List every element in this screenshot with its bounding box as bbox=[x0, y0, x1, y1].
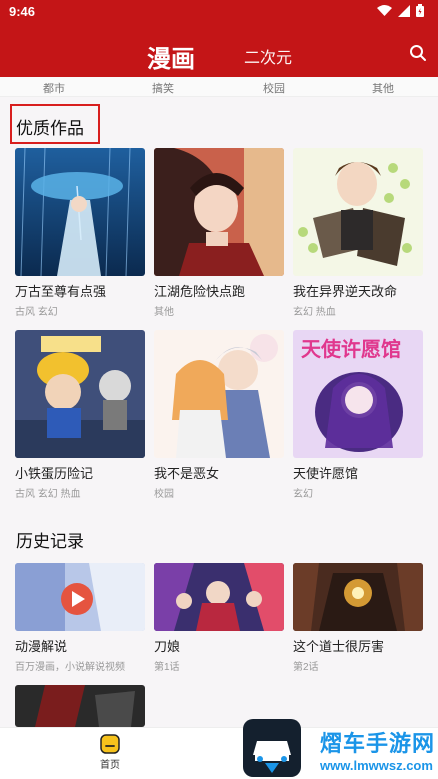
history-card[interactable]: 动漫解说 百万漫画，小说解说视频 bbox=[15, 563, 145, 673]
comic-cover: 天使许愿馆 bbox=[293, 330, 423, 458]
status-bar: 9:46 bbox=[0, 0, 438, 26]
comic-title: 万古至尊有点强 bbox=[15, 284, 107, 299]
wifi-icon bbox=[377, 4, 392, 16]
category-dushi[interactable]: 都市 bbox=[43, 80, 65, 96]
comic-card[interactable]: 我在异界逆天改命 玄幻 热血 bbox=[293, 148, 423, 318]
comic-tags: 玄幻 热血 bbox=[293, 307, 336, 318]
watermark-url: www.lmwwsz.com bbox=[320, 758, 433, 773]
watermark-logo bbox=[243, 719, 301, 777]
comic-title: 江湖危险快点跑 bbox=[154, 284, 246, 299]
cover-title: 天使许愿馆 bbox=[301, 337, 401, 361]
comic-title: 小铁蛋历险记 bbox=[15, 466, 94, 481]
category-qita[interactable]: 其他 bbox=[372, 80, 394, 96]
history-title: 动漫解说 bbox=[15, 639, 68, 654]
comic-card[interactable]: 江湖危险快点跑 其他 bbox=[154, 148, 284, 318]
comic-card[interactable]: 万古至尊有点强 古风 玄幻 bbox=[15, 148, 145, 318]
comic-cover bbox=[154, 148, 284, 276]
battery-icon bbox=[416, 4, 424, 17]
signal-icon bbox=[398, 4, 410, 17]
comic-card[interactable]: 天使许愿馆 天使许愿馆 玄幻 bbox=[293, 330, 423, 500]
comic-tags: 其他 bbox=[154, 307, 174, 318]
history-card-partial[interactable] bbox=[15, 685, 145, 727]
comic-cover bbox=[154, 330, 284, 458]
comic-tags: 校园 bbox=[154, 489, 174, 500]
watermark: 熠车手游网 www.lmwwsz.com bbox=[243, 716, 438, 779]
home-icon bbox=[100, 734, 120, 754]
app-header: 9:46 漫画 二次元 bbox=[0, 0, 438, 77]
category-gaoxiao[interactable]: 搞笑 bbox=[152, 80, 174, 96]
history-cover bbox=[15, 685, 145, 727]
history-card[interactable]: 刀娘 第1话 bbox=[154, 563, 284, 673]
tab-erciyuan[interactable]: 二次元 bbox=[244, 44, 292, 68]
comic-card[interactable]: 小铁蛋历险记 古风 玄幻 热血 bbox=[15, 330, 145, 500]
comic-cover bbox=[293, 148, 423, 276]
comic-card[interactable]: 我不是恶女 校园 bbox=[154, 330, 284, 500]
highlight-box bbox=[10, 104, 100, 144]
search-icon[interactable] bbox=[409, 44, 427, 62]
history-meta: 第2话 bbox=[293, 662, 319, 673]
comic-title: 天使许愿馆 bbox=[293, 466, 359, 481]
nav-home[interactable]: 首页 bbox=[92, 734, 128, 771]
history-meta: 第1话 bbox=[154, 662, 180, 673]
comic-cover bbox=[15, 148, 145, 276]
status-time: 9:46 bbox=[9, 4, 36, 19]
history-card[interactable]: 这个道士很厉害 第2话 bbox=[293, 563, 423, 673]
category-bar: 都市 搞笑 校园 其他 bbox=[0, 77, 438, 97]
section-title-history: 历史记录 bbox=[16, 532, 84, 551]
watermark-name: 熠车手游网 bbox=[320, 731, 436, 756]
history-cover bbox=[154, 563, 284, 631]
history-title: 刀娘 bbox=[154, 639, 181, 654]
comic-title: 我在异界逆天改命 bbox=[293, 284, 398, 299]
comic-tags: 古风 玄幻 热血 bbox=[15, 489, 81, 500]
tab-manhua[interactable]: 漫画 bbox=[147, 39, 195, 74]
history-meta: 百万漫画，小说解说视频 bbox=[15, 662, 125, 673]
history-cover bbox=[15, 563, 145, 631]
comic-tags: 古风 玄幻 bbox=[15, 307, 58, 318]
comic-cover bbox=[15, 330, 145, 458]
history-cover bbox=[293, 563, 423, 631]
nav-home-label: 首页 bbox=[100, 760, 120, 771]
category-xiaoyuan[interactable]: 校园 bbox=[263, 80, 285, 96]
comic-title: 我不是恶女 bbox=[154, 466, 220, 481]
comic-tags: 玄幻 bbox=[293, 489, 313, 500]
history-title: 这个道士很厉害 bbox=[293, 639, 385, 654]
status-icons bbox=[377, 4, 424, 17]
